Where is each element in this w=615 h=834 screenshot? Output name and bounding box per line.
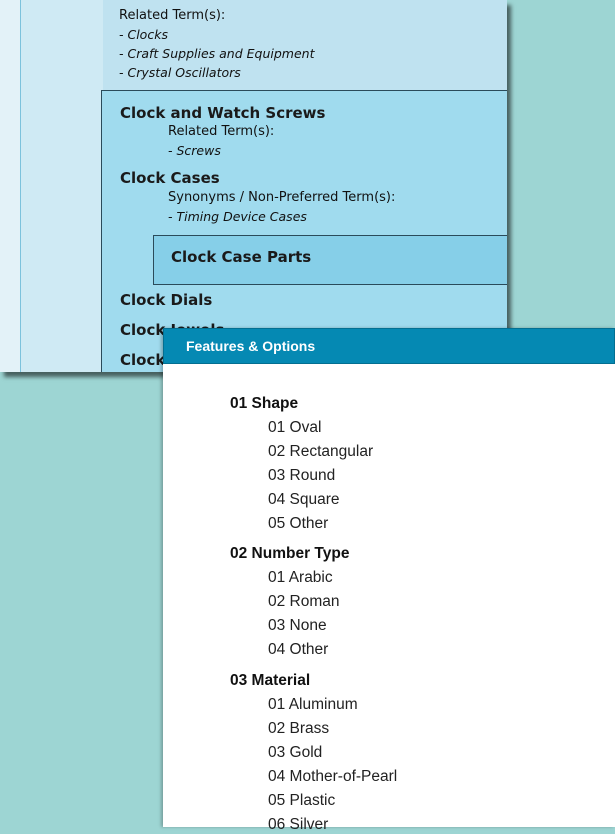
option-item[interactable]: 05 Other xyxy=(268,515,328,533)
option-item[interactable]: 02 Rectangular xyxy=(268,443,373,461)
option-item[interactable]: 03 None xyxy=(268,617,327,635)
term-clock-and-watch-screws[interactable]: Clock and Watch Screws xyxy=(120,104,325,122)
related-terms-panel: Related Term(s): - Clocks - Craft Suppli… xyxy=(103,0,507,90)
option-item[interactable]: 03 Gold xyxy=(268,744,322,762)
related-term-link[interactable]: - Craft Supplies and Equipment xyxy=(119,46,314,61)
popup-title: Features & Options xyxy=(163,328,615,364)
option-item[interactable]: 02 Roman xyxy=(268,593,340,611)
term-partial-2[interactable]: Clock xyxy=(120,351,165,369)
option-item[interactable]: 02 Brass xyxy=(268,720,329,738)
related-terms-label: Related Term(s): xyxy=(168,124,275,139)
term-clock-cases[interactable]: Clock Cases xyxy=(120,169,220,187)
group-title: 02 Number Type xyxy=(230,545,350,562)
group-title: 01 Shape xyxy=(230,395,299,412)
related-term-link[interactable]: - Crystal Oscillators xyxy=(119,65,241,80)
term-clock-case-parts-selected[interactable]: Clock Case Parts xyxy=(153,235,507,285)
option-item[interactable]: 04 Other xyxy=(268,641,328,659)
option-item[interactable]: 01 Oval xyxy=(268,419,321,437)
option-item[interactable]: 06 Silver xyxy=(268,816,328,834)
option-item[interactable]: 01 Arabic xyxy=(268,569,333,587)
related-term-link[interactable]: - Clocks xyxy=(119,27,168,42)
synonyms-label: Synonyms / Non-Preferred Term(s): xyxy=(168,190,396,205)
related-term-link[interactable]: - Screws xyxy=(168,143,221,158)
option-item[interactable]: 04 Mother-of-Pearl xyxy=(268,768,397,786)
term-clock-dials[interactable]: Clock Dials xyxy=(120,291,212,309)
taxonomy-tree-window: Related Term(s): - Clocks - Craft Suppli… xyxy=(0,0,507,372)
synonym-term: - Timing Device Cases xyxy=(168,209,307,224)
features-options-popup: Features & Options 01 Shape 01 Oval 02 R… xyxy=(163,328,615,833)
option-item[interactable]: 01 Aluminum xyxy=(268,696,358,714)
option-item[interactable]: 05 Plastic xyxy=(268,792,335,810)
related-terms-label: Related Term(s): xyxy=(119,8,226,23)
tree-indent-strip xyxy=(20,0,104,372)
option-item[interactable]: 03 Round xyxy=(268,467,335,485)
group-title: 03 Material xyxy=(230,672,311,689)
term-clock-case-parts[interactable]: Clock Case Parts xyxy=(171,248,311,266)
option-item[interactable]: 04 Square xyxy=(268,491,340,509)
